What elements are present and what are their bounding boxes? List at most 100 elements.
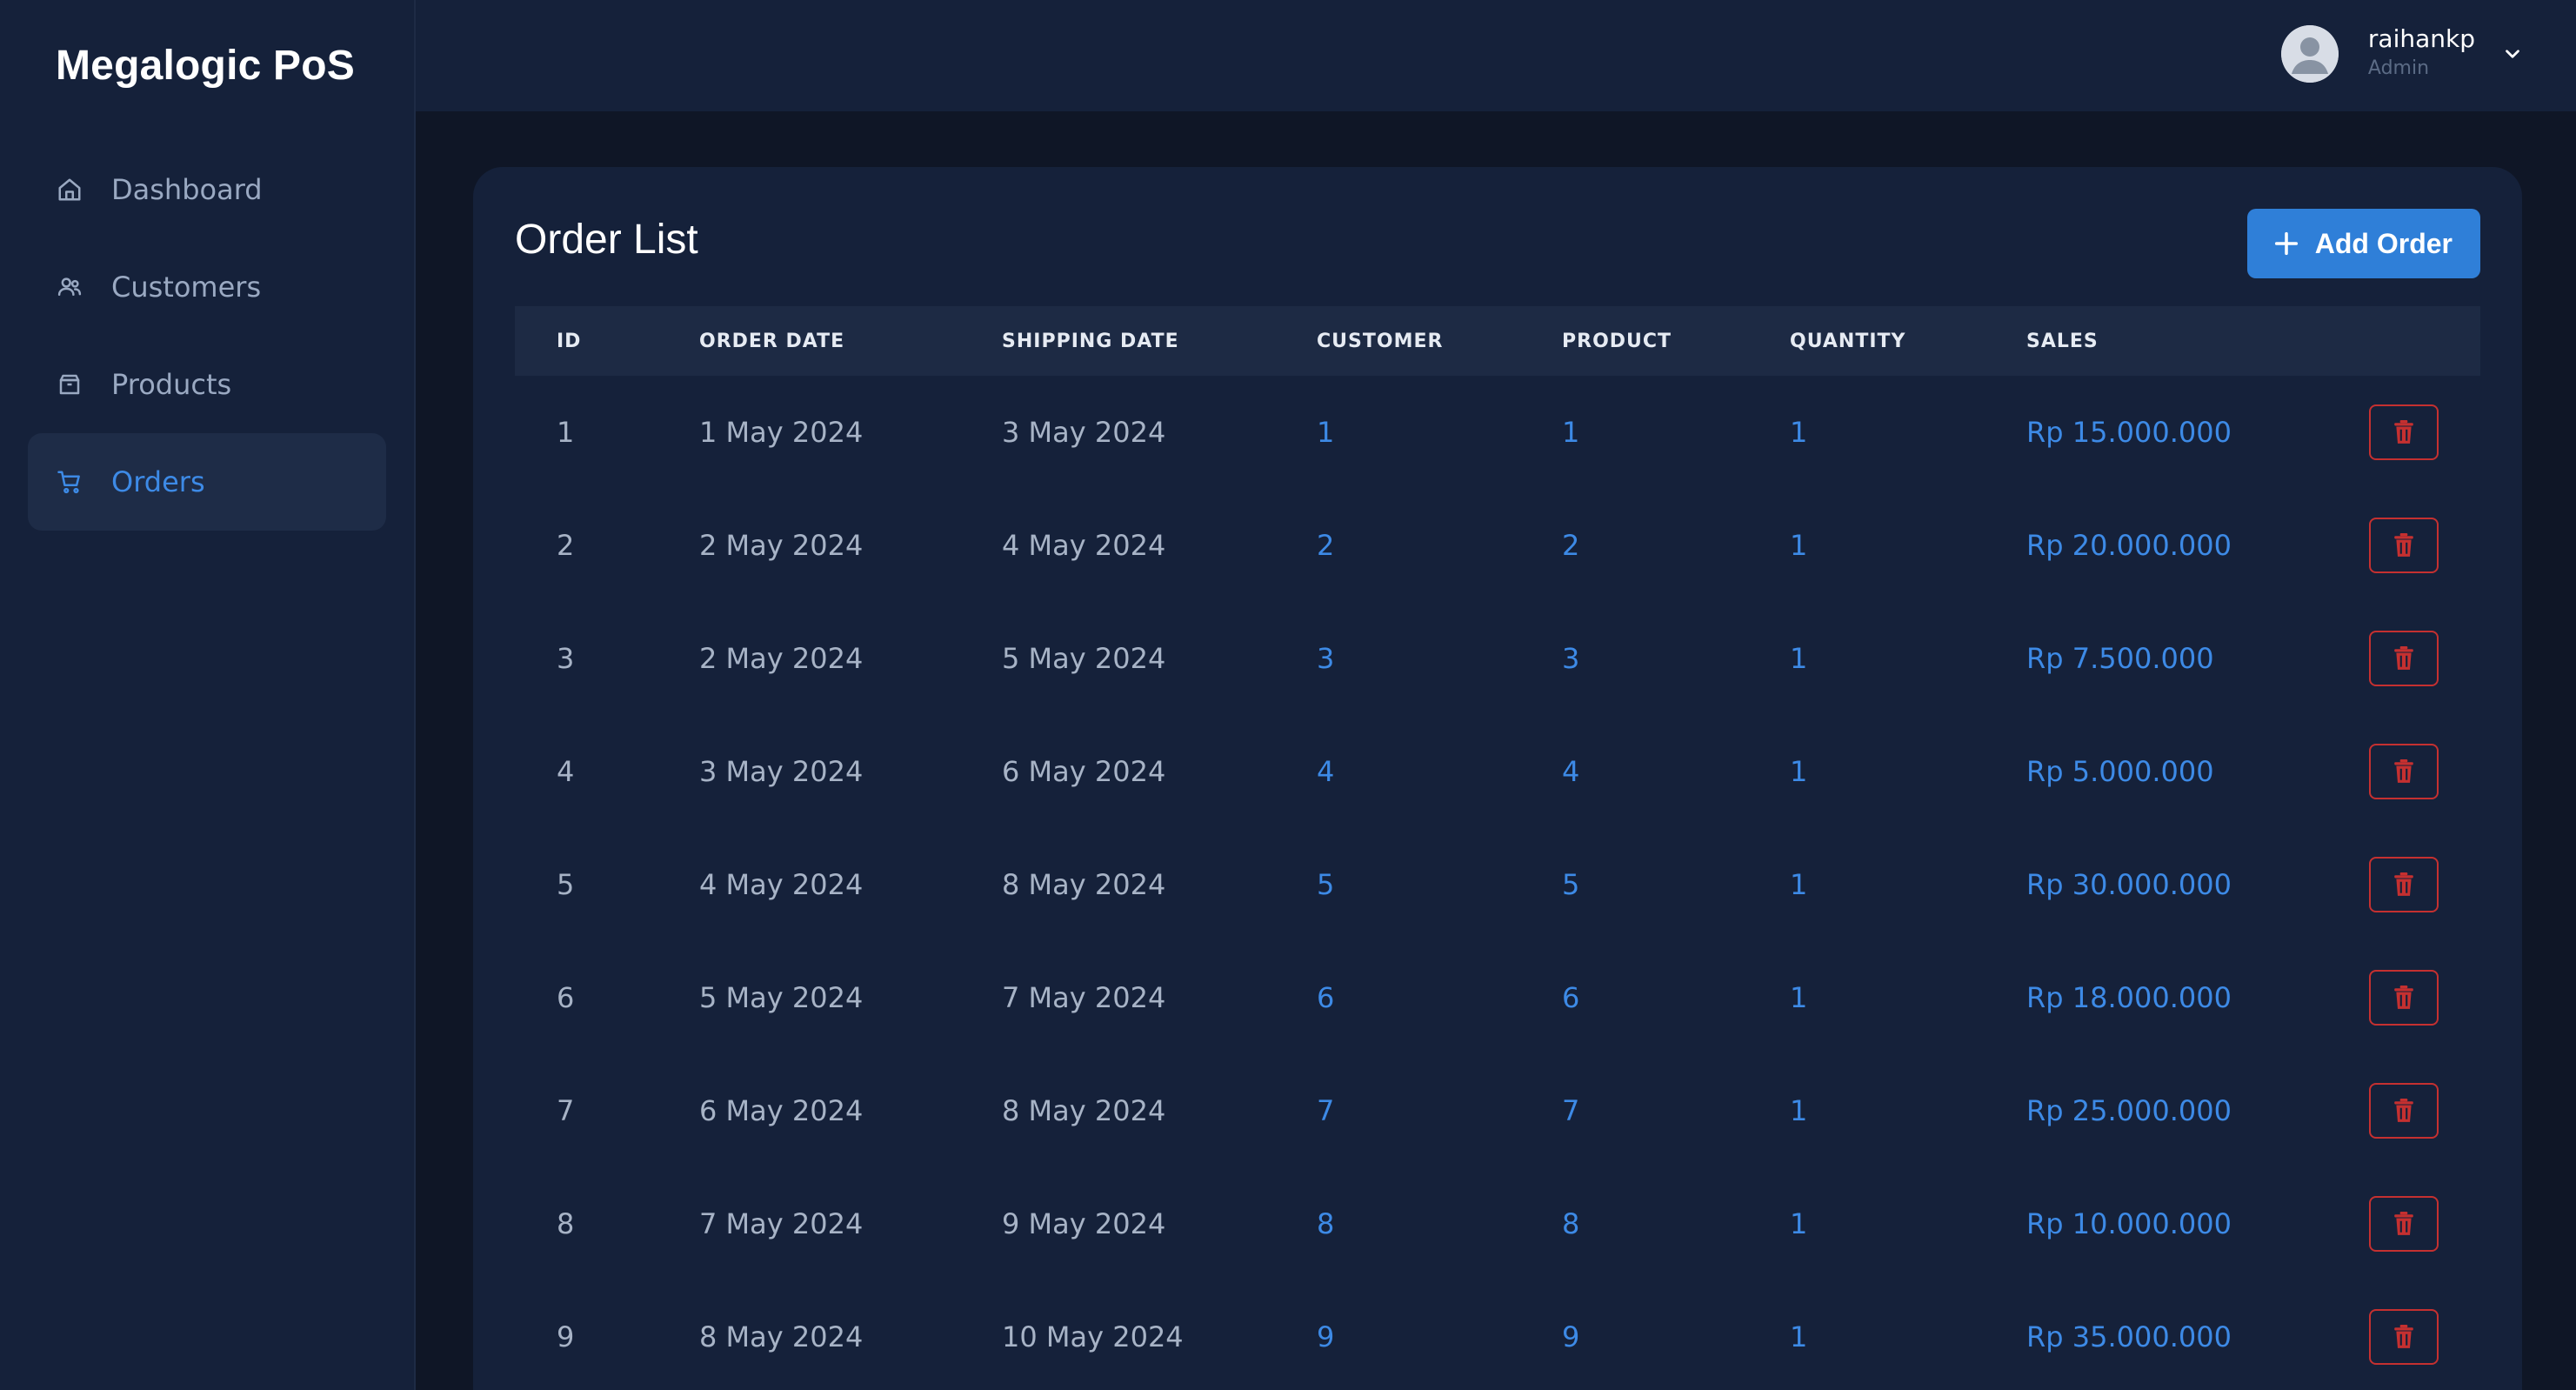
add-order-button[interactable]: Add Order [2246,209,2480,278]
quantity-value: 1 [1790,755,1808,788]
sidebar-item-products[interactable]: Products [28,336,386,433]
customer-link[interactable]: 1 [1317,416,1334,449]
delete-button[interactable] [2369,1196,2439,1252]
sales-value: Rp 35.000.000 [2026,1320,2232,1353]
trash-icon [2394,986,2413,1009]
order-id: 1 [557,416,575,449]
customer-link[interactable]: 3 [1317,642,1334,675]
sales-value: Rp 5.000.000 [2026,755,2214,788]
quantity-value: 1 [1790,529,1808,562]
column-header-id[interactable]: ID [557,331,581,352]
shipping-date: 8 May 2024 [1002,1094,1166,1127]
product-link[interactable]: 9 [1562,1320,1579,1353]
order-date: 3 May 2024 [699,755,864,788]
product-link[interactable]: 3 [1562,642,1579,675]
product-link[interactable]: 7 [1562,1094,1579,1127]
chevron-down-icon[interactable] [2501,43,2524,65]
sidebar-item-label: Customers [111,271,262,304]
customer-link[interactable]: 8 [1317,1207,1334,1240]
quantity-value: 1 [1790,1320,1808,1353]
table-row: 5 4 May 2024 8 May 2024 5 5 1 Rp 30.000.… [515,828,2480,941]
delete-button[interactable] [2369,744,2439,799]
customer-link[interactable]: 6 [1317,981,1334,1014]
customer-link[interactable]: 9 [1317,1320,1334,1353]
customer-link[interactable]: 5 [1317,868,1334,901]
plus-icon [2274,231,2298,256]
sales-value: Rp 10.000.000 [2026,1207,2232,1240]
order-id: 4 [557,755,575,788]
table-row: 4 3 May 2024 6 May 2024 4 4 1 Rp 5.000.0… [515,715,2480,828]
delete-button[interactable] [2369,857,2439,912]
sidebar-item-orders[interactable]: Orders [28,433,386,531]
trash-icon [2394,646,2413,670]
sidebar: Megalogic PoS Dashboard Customers Produc… [0,0,416,1390]
column-header-product[interactable]: PRODUCT [1562,331,1672,352]
delete-button[interactable] [2369,970,2439,1026]
customer-link[interactable]: 2 [1317,529,1334,562]
product-link[interactable]: 5 [1562,868,1579,901]
shipping-date: 8 May 2024 [1002,868,1166,901]
shipping-date: 5 May 2024 [1002,642,1166,675]
table-header: ID ORDER DATE SHIPPING DATE CUSTOMER PRO… [515,306,2480,376]
order-id: 8 [557,1207,575,1240]
delete-button[interactable] [2369,404,2439,460]
column-header-sales[interactable]: SALES [2026,331,2099,352]
order-date: 4 May 2024 [699,868,864,901]
sidebar-item-label: Orders [111,465,205,498]
quantity-value: 1 [1790,642,1808,675]
column-header-shipping-date[interactable]: SHIPPING DATE [1002,331,1179,352]
order-date: 5 May 2024 [699,981,864,1014]
quantity-value: 1 [1790,416,1808,449]
cart-icon [56,468,83,496]
column-header-quantity[interactable]: QUANTITY [1790,331,1905,352]
trash-icon [2394,1099,2413,1122]
delete-button[interactable] [2369,631,2439,686]
order-date: 1 May 2024 [699,416,864,449]
add-order-label: Add Order [2314,227,2453,259]
product-link[interactable]: 8 [1562,1207,1579,1240]
delete-button[interactable] [2369,1083,2439,1139]
order-id: 5 [557,868,575,901]
sidebar-item-label: Dashboard [111,173,263,206]
customer-link[interactable]: 7 [1317,1094,1334,1127]
table-row: 2 2 May 2024 4 May 2024 2 2 1 Rp 20.000.… [515,489,2480,602]
sales-value: Rp 30.000.000 [2026,868,2232,901]
product-link[interactable]: 4 [1562,755,1579,788]
trash-icon [2394,759,2413,783]
order-date: 8 May 2024 [699,1320,864,1353]
column-header-customer[interactable]: CUSTOMER [1317,331,1443,352]
users-icon [56,273,83,301]
delete-button[interactable] [2369,518,2439,573]
order-id: 6 [557,981,575,1014]
user-menu[interactable]: raihankp Admin [2280,24,2524,84]
page-title: Order List [515,217,698,263]
order-id: 9 [557,1320,575,1353]
quantity-value: 1 [1790,1094,1808,1127]
product-link[interactable]: 2 [1562,529,1579,562]
sales-value: Rp 25.000.000 [2026,1094,2232,1127]
user-info: raihankp Admin [2368,24,2475,84]
order-id: 2 [557,529,575,562]
table-row: 3 2 May 2024 5 May 2024 3 3 1 Rp 7.500.0… [515,602,2480,715]
sidebar-item-dashboard[interactable]: Dashboard [28,141,386,238]
order-id: 7 [557,1094,575,1127]
order-date: 2 May 2024 [699,529,864,562]
trash-icon [2394,1325,2413,1348]
trash-icon [2394,1212,2413,1235]
quantity-value: 1 [1790,868,1808,901]
trash-icon [2394,533,2413,557]
product-link[interactable]: 1 [1562,416,1579,449]
orders-table: ID ORDER DATE SHIPPING DATE CUSTOMER PRO… [515,306,2480,1390]
sales-value: Rp 18.000.000 [2026,981,2232,1014]
brand-logo[interactable]: Megalogic PoS [56,42,355,90]
column-header-order-date[interactable]: ORDER DATE [699,331,844,352]
sidebar-item-customers[interactable]: Customers [28,238,386,336]
customer-link[interactable]: 4 [1317,755,1334,788]
app-root: Megalogic PoS Dashboard Customers Produc… [0,0,2576,1390]
home-icon [56,176,83,204]
top-bar: raihankp Admin [416,0,2576,111]
product-link[interactable]: 6 [1562,981,1579,1014]
delete-button[interactable] [2369,1309,2439,1365]
quantity-value: 1 [1790,1207,1808,1240]
user-role: Admin [2367,57,2430,79]
